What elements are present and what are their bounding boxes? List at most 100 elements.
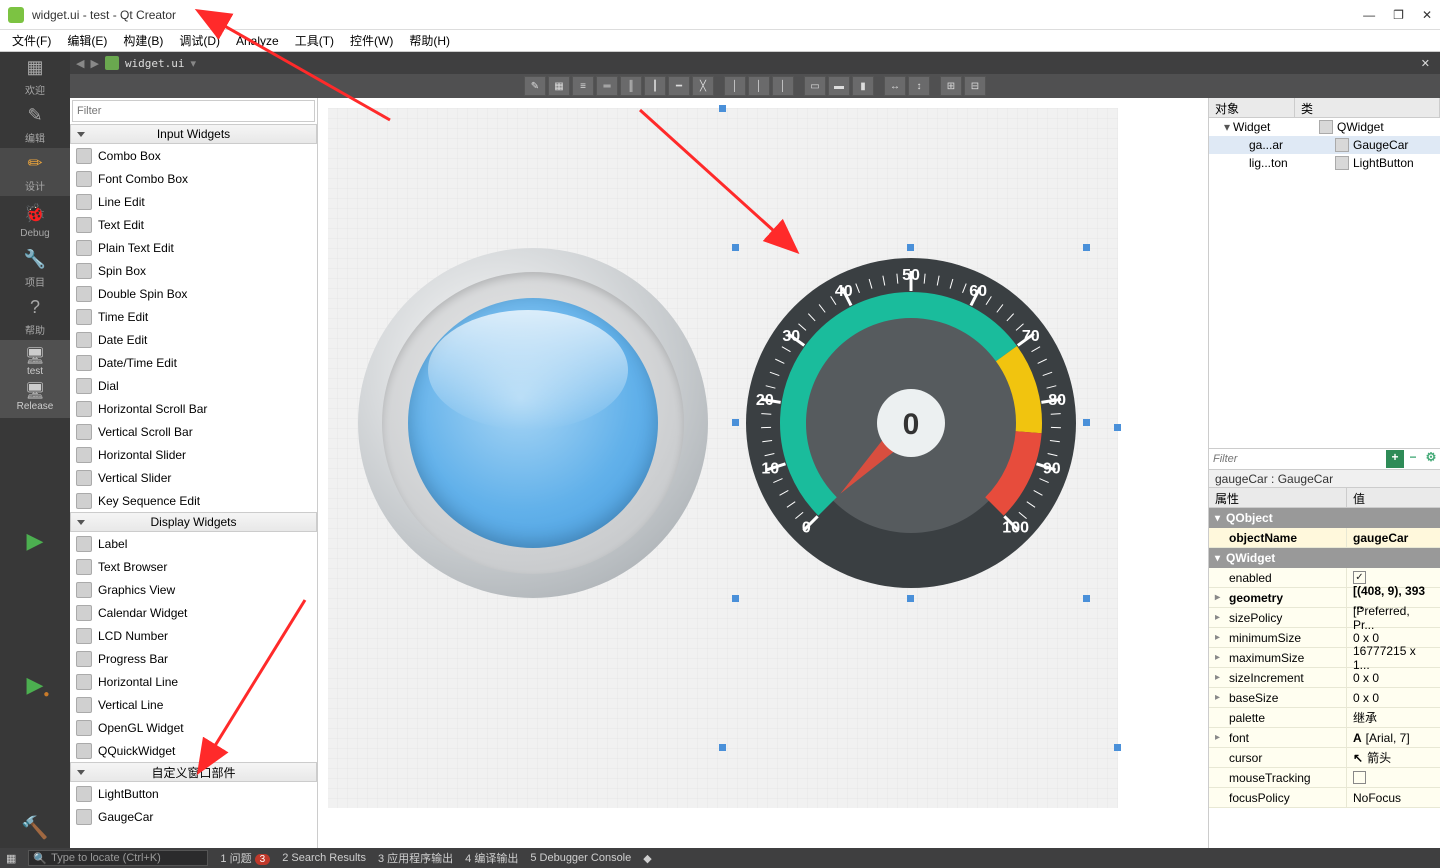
widget-category[interactable]: Input Widgets <box>70 124 317 144</box>
resize-handle[interactable] <box>719 105 726 112</box>
resize-handle[interactable] <box>1083 244 1090 251</box>
object-row[interactable]: lig...tonLightButton <box>1209 154 1440 172</box>
property-filter-input[interactable] <box>1209 449 1386 469</box>
property-name-col[interactable]: 属性 <box>1209 488 1347 507</box>
panes-menu-icon[interactable]: ◆ <box>643 852 651 865</box>
run-debug-button[interactable]: ▶● <box>0 665 70 705</box>
property-add-button[interactable]: + <box>1386 450 1404 468</box>
toolbar-button[interactable]: ▭ <box>804 76 826 96</box>
checkbox-icon[interactable] <box>1353 771 1366 784</box>
mode-项目[interactable]: 🔧项目 <box>0 244 70 292</box>
resize-handle[interactable] <box>907 595 914 602</box>
resize-handle[interactable] <box>719 744 726 751</box>
property-group[interactable]: QObject <box>1209 508 1440 528</box>
toolbar-button[interactable]: │ <box>748 76 770 96</box>
form-canvas-viewport[interactable]: 01020304050607080901000 <box>318 98 1208 848</box>
widget-item[interactable]: Horizontal Line <box>70 670 317 693</box>
resize-handle[interactable] <box>1083 595 1090 602</box>
property-menu-button[interactable]: ⚙ <box>1422 450 1440 468</box>
widget-item[interactable]: Double Spin Box <box>70 282 317 305</box>
object-row[interactable]: ▾WidgetQWidget <box>1209 118 1440 136</box>
toolbar-button[interactable]: ⊟ <box>964 76 986 96</box>
property-row[interactable]: ▸baseSize0 x 0 <box>1209 688 1440 708</box>
property-row[interactable]: focusPolicyNoFocus <box>1209 788 1440 808</box>
widget-item[interactable]: Text Edit <box>70 213 317 236</box>
class-col-header[interactable]: 类 <box>1295 98 1440 117</box>
history-back-icon[interactable]: ◀ <box>76 57 84 70</box>
toolbar-button[interactable]: ═ <box>596 76 618 96</box>
widget-item[interactable]: Horizontal Scroll Bar <box>70 397 317 420</box>
locator-input[interactable]: 🔍 Type to locate (Ctrl+K) <box>28 850 208 866</box>
minimize-button[interactable]: — <box>1363 8 1375 22</box>
resize-handle[interactable] <box>907 244 914 251</box>
widget-item[interactable]: Graphics View <box>70 578 317 601</box>
history-fwd-icon[interactable]: ▶ <box>90 57 98 70</box>
property-remove-button[interactable]: − <box>1404 450 1422 468</box>
property-row[interactable]: ▸sizePolicy[Preferred, Pr... <box>1209 608 1440 628</box>
resize-handle[interactable] <box>1083 419 1090 426</box>
widget-item[interactable]: LCD Number <box>70 624 317 647</box>
build-target-selector[interactable]: 🖥test🖥Release <box>0 340 70 418</box>
property-row[interactable]: ▸sizeIncrement0 x 0 <box>1209 668 1440 688</box>
menu-item[interactable]: 构建(B) <box>115 30 171 51</box>
toolbar-button[interactable]: ⊞ <box>940 76 962 96</box>
close-file-button[interactable]: ✕ <box>1417 57 1434 70</box>
widget-item[interactable]: Combo Box <box>70 144 317 167</box>
widget-box-filter[interactable] <box>72 100 315 122</box>
widget-category[interactable]: Display Widgets <box>70 512 317 532</box>
widget-item[interactable]: Line Edit <box>70 190 317 213</box>
output-pane-tab[interactable]: 2 Search Results <box>282 852 366 864</box>
widget-item[interactable]: Progress Bar <box>70 647 317 670</box>
widget-item[interactable]: Text Browser <box>70 555 317 578</box>
run-button[interactable]: ▶ <box>0 521 70 561</box>
widget-item[interactable]: Horizontal Slider <box>70 443 317 466</box>
output-pane-tab[interactable]: 3 应用程序输出 <box>378 850 453 866</box>
widget-item[interactable]: Calendar Widget <box>70 601 317 624</box>
toolbar-button[interactable]: ↕ <box>908 76 930 96</box>
widget-item[interactable]: OpenGL Widget <box>70 716 317 739</box>
toggle-sidebar-icon[interactable]: ▦ <box>6 852 16 865</box>
property-row[interactable]: cursor↖ 箭头 <box>1209 748 1440 768</box>
menu-item[interactable]: 调试(D) <box>171 30 228 51</box>
widget-item[interactable]: Time Edit <box>70 305 317 328</box>
resize-handle[interactable] <box>1114 424 1121 431</box>
output-pane-tab[interactable]: 4 编译输出 <box>465 850 518 866</box>
toolbar-button[interactable]: ║ <box>620 76 642 96</box>
toolbar-button[interactable]: ▬ <box>828 76 850 96</box>
property-row[interactable]: objectNamegaugeCar <box>1209 528 1440 548</box>
tree-expand-icon[interactable]: ▾ <box>1221 120 1233 134</box>
menu-item[interactable]: 工具(T) <box>287 30 342 51</box>
mode-编辑[interactable]: ✎编辑 <box>0 100 70 148</box>
build-button[interactable]: 🔨 <box>0 808 70 848</box>
widget-item[interactable]: Label <box>70 532 317 555</box>
widget-item[interactable]: Vertical Line <box>70 693 317 716</box>
property-list[interactable]: QObjectobjectNamegaugeCarQWidgetenabled✓… <box>1209 508 1440 848</box>
property-row[interactable]: ▸maximumSize16777215 x 1... <box>1209 648 1440 668</box>
menu-item[interactable]: 帮助(H) <box>401 30 458 51</box>
checkbox-icon[interactable]: ✓ <box>1353 571 1366 584</box>
mode-欢迎[interactable]: ▦欢迎 <box>0 52 70 100</box>
widget-item[interactable]: Spin Box <box>70 259 317 282</box>
widget-item[interactable]: Dial <box>70 374 317 397</box>
widget-item[interactable]: Vertical Slider <box>70 466 317 489</box>
open-file-name[interactable]: widget.ui <box>125 57 185 70</box>
dropdown-icon[interactable]: ▾ <box>191 57 197 70</box>
property-value-col[interactable]: 值 <box>1347 488 1440 507</box>
property-group[interactable]: QWidget <box>1209 548 1440 568</box>
widget-item[interactable]: QQuickWidget <box>70 739 317 762</box>
toolbar-button[interactable]: ≡ <box>572 76 594 96</box>
widget-item[interactable]: Plain Text Edit <box>70 236 317 259</box>
toolbar-button[interactable]: ✎ <box>524 76 546 96</box>
close-button[interactable]: ✕ <box>1422 8 1432 22</box>
toolbar-button[interactable]: │ <box>772 76 794 96</box>
gaugecar-widget[interactable]: 01020304050607080901000 <box>736 248 1086 598</box>
output-pane-tab[interactable]: 1 问题 3 <box>220 850 270 866</box>
menu-item[interactable]: Analyze <box>228 32 287 50</box>
toolbar-button[interactable]: │ <box>724 76 746 96</box>
form-canvas[interactable]: 01020304050607080901000 <box>328 108 1118 808</box>
resize-handle[interactable] <box>732 595 739 602</box>
toolbar-button[interactable]: ▮ <box>852 76 874 96</box>
property-row[interactable]: ▸fontA [Arial, 7] <box>1209 728 1440 748</box>
toolbar-button[interactable]: ━ <box>668 76 690 96</box>
toolbar-button[interactable]: ┃ <box>644 76 666 96</box>
